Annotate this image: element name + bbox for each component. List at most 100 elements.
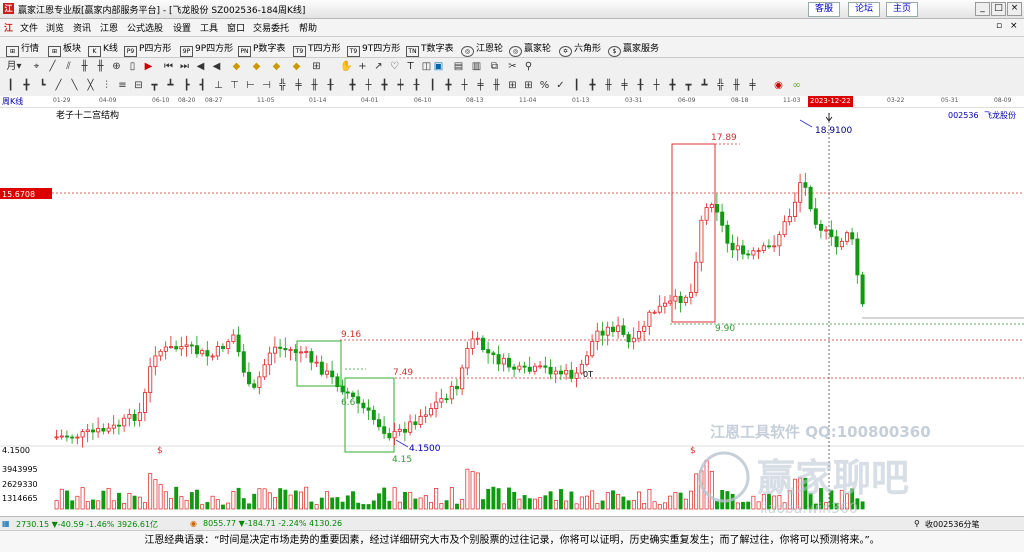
maximize-button[interactable]: □ xyxy=(991,2,1006,16)
line-tool-icon[interactable]: ╪ xyxy=(618,80,631,92)
line-tool-icon[interactable]: ≡ xyxy=(116,80,129,92)
line-tool-icon[interactable]: ⊣ xyxy=(260,80,273,92)
right-icon[interactable]: ◀ xyxy=(210,61,223,73)
infinity-icon[interactable]: ∞ xyxy=(790,80,803,92)
line-tool-icon[interactable]: ╋ xyxy=(346,80,359,92)
line-tool-icon[interactable]: ╫ xyxy=(490,80,503,92)
line-tool-icon[interactable]: ╂ xyxy=(324,80,337,92)
calendar-icon[interactable]: 月▾ xyxy=(4,61,24,73)
line-tool-icon[interactable]: ┣ xyxy=(180,80,193,92)
save-icon[interactable]: ▣ xyxy=(432,61,445,73)
forum-link[interactable]: 论坛 xyxy=(848,2,881,17)
text-icon[interactable]: T xyxy=(404,61,417,73)
line-tool-icon[interactable]: ┻ xyxy=(164,80,177,92)
left-icon[interactable]: ◀ xyxy=(194,61,207,73)
fib-icon[interactable]: ♡ xyxy=(388,61,401,73)
scissors-icon[interactable]: ✂ xyxy=(506,61,519,73)
menu-gann[interactable]: 江恩 xyxy=(100,21,118,34)
zoom-icon[interactable]: ▯ xyxy=(126,61,139,73)
hand-icon[interactable]: ✋ xyxy=(340,61,353,73)
menu-formula[interactable]: 公式选股 xyxy=(127,21,163,34)
line-tool-icon[interactable]: ╪ xyxy=(292,80,305,92)
diamond-icon[interactable]: ◆ xyxy=(290,61,303,73)
line-tool-icon[interactable]: ╂ xyxy=(634,80,647,92)
tab-winner-wheel[interactable]: ◎ 赢家轮 xyxy=(509,41,551,57)
line-tool-icon[interactable]: ┃ xyxy=(570,80,583,92)
tab-kline[interactable]: K K线 xyxy=(88,41,118,57)
line-tool-icon[interactable]: ╳ xyxy=(84,80,97,92)
color-circle-icon[interactable]: ◉ xyxy=(772,80,785,92)
sh-index-icon[interactable]: ▦ xyxy=(2,519,10,528)
tab-9t-square[interactable]: T9 9T四方形 xyxy=(347,41,400,57)
menu-restore-icon[interactable]: ▫ xyxy=(996,21,1002,31)
grid-tool-icon[interactable]: ⊞ xyxy=(506,80,519,92)
line-tool-icon[interactable]: ╲ xyxy=(68,80,81,92)
tick-data-icon[interactable]: ⚲ xyxy=(914,519,920,528)
menu-settings[interactable]: 设置 xyxy=(173,21,191,34)
candle-icon[interactable]: ╫ xyxy=(78,61,91,73)
line-tool-icon[interactable]: ╋ xyxy=(378,80,391,92)
line-tool-icon[interactable]: ⊥ xyxy=(212,80,225,92)
copy-icon[interactable]: ⧉ xyxy=(488,61,501,73)
tab-sectors[interactable]: ⊞ 板块 xyxy=(48,41,81,57)
grid-tool-icon[interactable]: ⊞ xyxy=(310,61,323,73)
flag-icon[interactable]: ▶ xyxy=(142,61,155,73)
line-tool-icon[interactable]: ╋ xyxy=(666,80,679,92)
menu-browse[interactable]: 浏览 xyxy=(46,21,64,34)
line-tool-icon[interactable]: ╋ xyxy=(20,80,33,92)
arrow-icon[interactable]: ↗ xyxy=(372,61,385,73)
tab-p-square[interactable]: P9 P四方形 xyxy=(124,41,171,57)
cross-icon[interactable]: ⊕ xyxy=(110,61,123,73)
line-tool-icon[interactable]: ⊢ xyxy=(244,80,257,92)
line-tool-icon[interactable]: ╋ xyxy=(586,80,599,92)
line-tool-icon[interactable]: ╬ xyxy=(714,80,727,92)
print-icon[interactable]: ▤ xyxy=(452,61,465,73)
line-tool-icon[interactable]: ┫ xyxy=(196,80,209,92)
line-tool-icon[interactable]: ╫ xyxy=(308,80,321,92)
diamond-icon[interactable]: ◆ xyxy=(230,61,243,73)
line-tool-icon[interactable]: ┿ xyxy=(394,80,407,92)
menu-window[interactable]: 窗口 xyxy=(227,21,245,34)
menu-news[interactable]: 资讯 xyxy=(73,21,91,34)
tab-9p-square[interactable]: 9P 9P四方形 xyxy=(180,41,233,57)
customer-service-link[interactable]: 客服 xyxy=(808,2,841,17)
menu-file[interactable]: 文件 xyxy=(20,21,38,34)
line-tool-icon[interactable]: ┃ xyxy=(426,80,439,92)
menu-close-icon[interactable]: × xyxy=(1010,21,1018,31)
tab-t-square[interactable]: T9 T四方形 xyxy=(293,41,341,57)
line-tool-icon[interactable]: ┼ xyxy=(650,80,663,92)
first-icon[interactable]: ⏮ xyxy=(162,61,175,73)
line-tool-icon[interactable]: ┼ xyxy=(362,80,375,92)
menu-tools[interactable]: 工具 xyxy=(200,21,218,34)
line-tool-icon[interactable]: ⫶ xyxy=(100,80,113,92)
line-tool-icon[interactable]: ┳ xyxy=(682,80,695,92)
minimize-button[interactable]: _ xyxy=(975,2,990,16)
percent-icon[interactable]: % xyxy=(538,80,551,92)
line-tool-icon[interactable]: ┃ xyxy=(4,80,17,92)
tab-quotes[interactable]: ⊞ 行情 xyxy=(6,41,39,57)
line-tool-icon[interactable]: ⊤ xyxy=(228,80,241,92)
line-tool-icon[interactable]: ╂ xyxy=(410,80,423,92)
last-icon[interactable]: ⏭ xyxy=(178,61,191,73)
homepage-link[interactable]: 主页 xyxy=(886,2,919,17)
tab-p-table[interactable]: PN P数字表 xyxy=(238,41,285,57)
bar-icon[interactable]: ╫ xyxy=(94,61,107,73)
line-tool-icon[interactable]: ⊟ xyxy=(132,80,145,92)
period-label[interactable]: 周K线 xyxy=(2,96,23,107)
plus-icon[interactable]: + xyxy=(356,61,369,73)
trendline-icon[interactable]: ╱ xyxy=(46,61,59,73)
line-tool-icon[interactable]: ┼ xyxy=(458,80,471,92)
line-tool-icon[interactable]: ╪ xyxy=(474,80,487,92)
diamond-icon[interactable]: ◆ xyxy=(270,61,283,73)
tab-hexagon[interactable]: ✡ 六角形 xyxy=(559,41,601,57)
line-tool-icon[interactable]: ╫ xyxy=(730,80,743,92)
tick-data-label[interactable]: 收002536分笔 xyxy=(925,519,980,530)
line-tool-icon[interactable]: ┳ xyxy=(148,80,161,92)
line-tool-icon[interactable]: ╪ xyxy=(746,80,759,92)
menu-help[interactable]: 帮助 xyxy=(299,21,317,34)
line-tool-icon[interactable]: ┗ xyxy=(36,80,49,92)
line-tool-icon[interactable]: ╱ xyxy=(52,80,65,92)
cursor-icon[interactable]: ⌖ xyxy=(30,61,43,73)
menu-trade[interactable]: 交易委托 xyxy=(253,21,289,34)
tab-gann-wheel[interactable]: ◎ 江恩轮 xyxy=(461,41,503,57)
